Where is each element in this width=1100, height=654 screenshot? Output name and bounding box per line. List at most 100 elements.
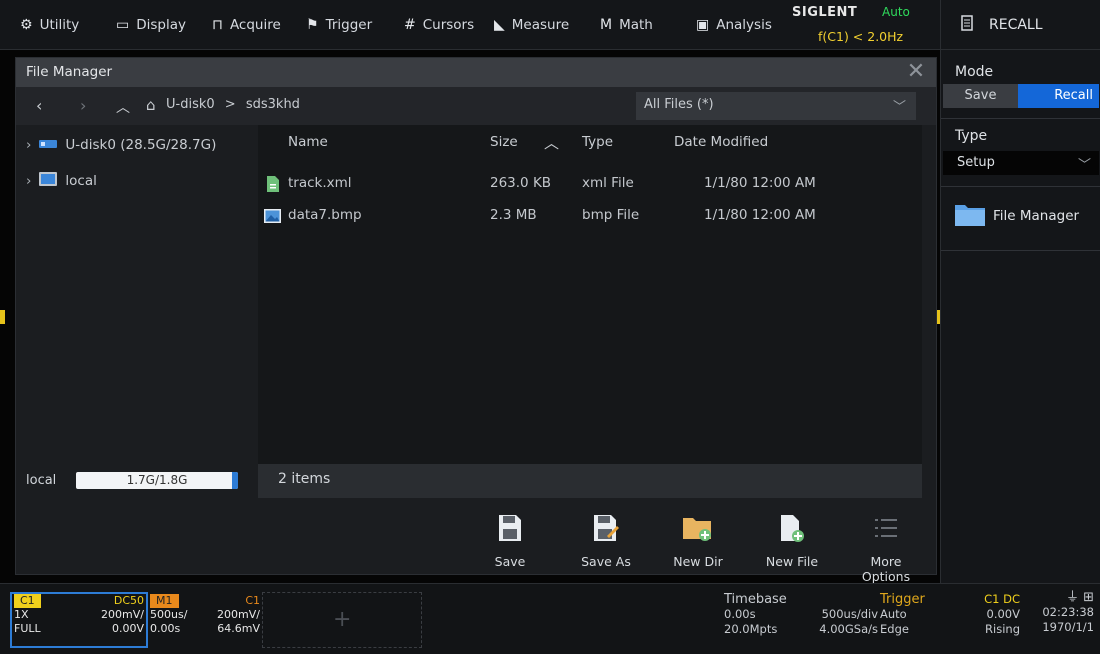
menu-display[interactable]: ▭ Display bbox=[116, 0, 186, 50]
trigger-box[interactable]: Trigger C1 DC Auto 0.00V Edge Rising bbox=[880, 592, 1020, 637]
file-manager-label: File Manager bbox=[993, 208, 1080, 224]
menu-math[interactable]: M Math bbox=[600, 0, 653, 50]
breadcrumb-root[interactable]: U-disk0 bbox=[166, 97, 215, 112]
type-select[interactable]: Setup ﹀ bbox=[943, 151, 1099, 175]
xml-file-icon bbox=[266, 176, 280, 196]
save-button[interactable]: Save bbox=[470, 508, 550, 569]
frequency-readout: f(C1) < 2.0Hz bbox=[818, 29, 904, 44]
channel-marker bbox=[0, 310, 5, 324]
local-drive-icon bbox=[39, 171, 58, 191]
menu-analysis[interactable]: ▣ Analysis bbox=[696, 0, 772, 50]
storage-usage-fill bbox=[232, 472, 238, 489]
menu-bar: ⚙ Utility ▭ Display ⊓ Acquire ⚑ Trigger # Cur… bbox=[0, 0, 1100, 50]
file-type: xml File bbox=[582, 175, 634, 191]
close-icon[interactable]: ✕ bbox=[902, 60, 930, 84]
mode-toggle: Save Recall bbox=[943, 84, 1099, 108]
clock-box: ⏚ ⊞ 02:23:38 1970/1/1 bbox=[1030, 590, 1094, 635]
menu-cursors[interactable]: # Cursors bbox=[404, 0, 474, 50]
channel-m1-box[interactable]: M1 C1 500us/ 200mV/ 0.00s 64.6mV bbox=[150, 594, 260, 646]
sample-rate: 4.00GSa/s bbox=[819, 622, 878, 636]
tool-label: New File bbox=[765, 554, 819, 569]
home-icon[interactable]: ⌂ bbox=[146, 96, 156, 114]
channel-c1-box[interactable]: C1 DC50 1X 200mV/ FULL 0.00V bbox=[10, 592, 148, 648]
more-options-icon bbox=[846, 508, 926, 548]
c1-scale: 200mV/ bbox=[101, 608, 144, 621]
panel-title: RECALL bbox=[989, 17, 1043, 33]
file-manager-button[interactable]: File Manager bbox=[955, 202, 1079, 230]
c1-row: C1 DC50 bbox=[14, 594, 144, 608]
new-dir-button[interactable]: New Dir bbox=[658, 508, 738, 569]
save-icon bbox=[470, 508, 550, 548]
trigger-slope: Rising bbox=[985, 622, 1020, 636]
add-icon: + bbox=[333, 607, 352, 632]
column-header-name[interactable]: Name bbox=[288, 134, 328, 150]
usb-drive-icon bbox=[39, 137, 58, 153]
tool-label: Save As bbox=[581, 554, 631, 569]
filter-value: All Files (*) bbox=[644, 97, 714, 112]
up-icon[interactable]: ︿ bbox=[116, 97, 130, 117]
table-row[interactable]: data7.bmp 2.3 MB bmp File 1/1/80 12:00 A… bbox=[258, 202, 922, 230]
column-header-size[interactable]: Size bbox=[490, 134, 518, 150]
usb-network-icons: ⏚ ⊞ bbox=[1065, 590, 1094, 605]
menu-utility[interactable]: ⚙ Utility bbox=[20, 0, 79, 50]
sort-ascending-icon[interactable]: ︿ bbox=[544, 132, 559, 153]
mode-save-option[interactable]: Save bbox=[943, 84, 1018, 108]
new-file-button[interactable]: New File bbox=[752, 508, 832, 569]
monitor-icon: ▭ bbox=[116, 17, 130, 33]
menu-acquire[interactable]: ⊓ Acquire bbox=[212, 0, 281, 50]
trigger-level: 0.00V bbox=[986, 607, 1020, 621]
file-type: bmp File bbox=[582, 207, 640, 223]
channel-m1-tag: M1 bbox=[150, 594, 179, 608]
file-date: 1/1/80 12:00 AM bbox=[704, 207, 816, 223]
chevron-down-icon: ﹀ bbox=[892, 100, 906, 115]
m1-vertical-scale: 200mV/ bbox=[217, 608, 260, 621]
expand-icon[interactable]: › bbox=[26, 137, 31, 153]
folder-tree: › U-disk0 (28.5G/28.7G) › local bbox=[16, 125, 254, 464]
menu-label: Math bbox=[619, 17, 653, 33]
channel-c1-tag: C1 bbox=[14, 594, 41, 608]
trigger-source: C1 DC bbox=[984, 592, 1020, 606]
column-header-type[interactable]: Type bbox=[582, 134, 613, 150]
cursors-icon: # bbox=[404, 17, 416, 33]
trigger-mode: Auto bbox=[880, 607, 907, 621]
save-as-button[interactable]: Save As bbox=[566, 508, 646, 569]
file-size: 2.3 MB bbox=[490, 207, 537, 223]
menu-trigger[interactable]: ⚑ Trigger bbox=[306, 0, 372, 50]
c1-offset: 0.00V bbox=[111, 622, 144, 635]
type-value: Setup bbox=[957, 155, 995, 170]
divider bbox=[941, 186, 1100, 187]
math-icon: M bbox=[600, 17, 613, 33]
trigger-row: Edge Rising bbox=[880, 622, 1020, 637]
storage-bar: local 1.7G/1.8G bbox=[16, 464, 254, 498]
back-icon[interactable]: ‹ bbox=[36, 96, 42, 115]
new-file-icon bbox=[752, 508, 832, 548]
recall-icon bbox=[961, 15, 973, 35]
column-header-date[interactable]: Date Modified bbox=[674, 134, 768, 150]
item-count: 2 items bbox=[258, 464, 922, 498]
expand-icon[interactable]: › bbox=[26, 173, 31, 189]
timebase-box[interactable]: Timebase 0.00s 500us/div 20.0Mpts 4.00GS… bbox=[724, 592, 878, 637]
c1-coupling: DC50 bbox=[113, 594, 144, 607]
tree-item-usb[interactable]: › U-disk0 (28.5G/28.7G) bbox=[26, 137, 216, 153]
file-filter-select[interactable]: All Files (*) ﹀ bbox=[636, 92, 916, 120]
forward-icon[interactable]: › bbox=[80, 96, 86, 115]
type-label: Type bbox=[955, 128, 988, 144]
m1-row: 500us/ 200mV/ bbox=[150, 608, 260, 622]
menu-measure[interactable]: ◣ Measure bbox=[494, 0, 569, 50]
memory-depth: 20.0Mpts bbox=[724, 622, 778, 636]
file-list: Name Size ︿ Type Date Modified track.xml… bbox=[258, 125, 922, 464]
add-channel-slot[interactable]: + bbox=[262, 592, 422, 648]
tool-label: Save bbox=[494, 554, 526, 569]
more-options-button[interactable]: More Options bbox=[846, 508, 926, 584]
table-row[interactable]: track.xml 263.0 KB xml File 1/1/80 12:00… bbox=[258, 170, 922, 198]
c1-row: FULL 0.00V bbox=[14, 622, 144, 636]
breadcrumb-dir[interactable]: sds3khd bbox=[246, 97, 300, 112]
breadcrumb-separator: > bbox=[224, 97, 236, 112]
c1-bandwidth: FULL bbox=[14, 622, 41, 635]
mode-recall-option[interactable]: Recall bbox=[1018, 84, 1099, 108]
tool-label: New Dir bbox=[673, 554, 723, 569]
clock-date: 1970/1/1 bbox=[1042, 620, 1094, 634]
menu-label: Measure bbox=[511, 17, 570, 33]
tree-item-local[interactable]: › local bbox=[26, 171, 97, 191]
m1-time-offset: 0.00s bbox=[150, 622, 181, 635]
